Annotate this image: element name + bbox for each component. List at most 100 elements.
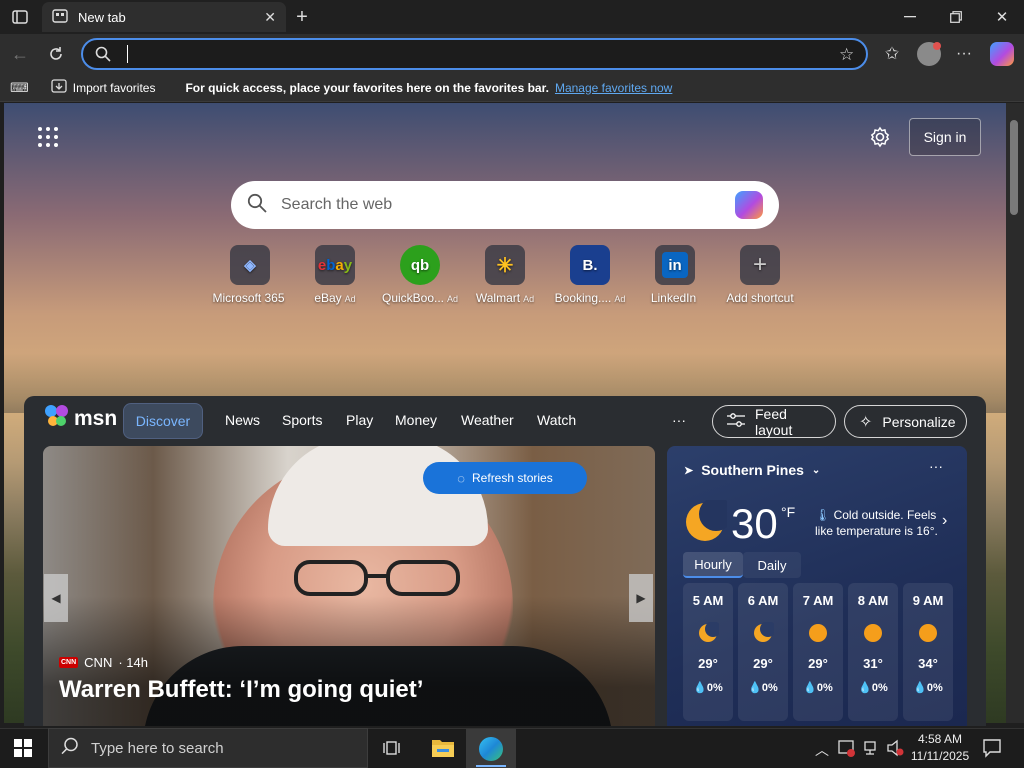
address-bar[interactable]: ☆ <box>81 38 868 70</box>
weather-location[interactable]: ➤ Southern Pines ⌄ <box>684 462 820 478</box>
shortcut-label: Booking.... <box>554 291 612 305</box>
weather-message: 🌡 Cold outside. Feels like temperature i… <box>815 507 941 539</box>
refresh-icon[interactable] <box>44 42 68 66</box>
more-menu-icon[interactable]: ··· <box>952 42 976 66</box>
hour-forecast-card[interactable]: 9 AM 34° 💧0% <box>903 583 953 721</box>
personalize-label: Personalize <box>882 413 956 430</box>
hour-forecast-card[interactable]: 5 AM 29° 💧0% <box>683 583 733 721</box>
clock[interactable]: 4:58 AM 11/11/2025 <box>910 731 970 765</box>
cnn-logo-icon: CNN <box>59 657 79 668</box>
tab-money[interactable]: Money <box>395 412 437 428</box>
manage-favorites-link[interactable]: Manage favorites now <box>555 81 672 95</box>
story-source-name: CNN <box>84 655 113 670</box>
edge-taskbar-button[interactable] <box>466 729 516 768</box>
web-search-box[interactable]: Search the web <box>231 181 779 229</box>
tab-title: New tab <box>78 9 126 25</box>
sparkle-edit-icon: ✧ <box>859 413 873 431</box>
new-tab-page-icon <box>52 8 68 27</box>
task-view-icon[interactable] <box>383 738 403 758</box>
shortcut-walmart[interactable]: ✳ Walmart Ad <box>469 245 541 305</box>
personalize-button[interactable]: ✧ Personalize <box>844 405 967 438</box>
story-source: CNN CNN · 14h <box>59 655 148 670</box>
ebay-icon: ebay <box>315 245 355 285</box>
sign-in-button[interactable]: Sign in <box>909 118 981 156</box>
profile-avatar-icon[interactable] <box>917 42 941 66</box>
copilot-icon[interactable] <box>990 42 1014 66</box>
msn-logo-text: msn <box>74 406 118 430</box>
tab-daily[interactable]: Daily <box>743 552 801 578</box>
shortcuts-row: ◈ Microsoft 365 ebay eBay Ad qb QuickBoo.… <box>212 245 796 305</box>
minimize-icon[interactable] <box>898 6 922 28</box>
walmart-icon: ✳ <box>485 245 525 285</box>
scrollbar-thumb[interactable] <box>1010 120 1018 215</box>
back-arrow-icon[interactable]: ← <box>8 42 32 66</box>
tab-hourly[interactable]: Hourly <box>683 552 743 578</box>
reading-view-icon[interactable]: ⌨ <box>10 80 29 96</box>
raindrop-icon: 💧 <box>803 682 817 694</box>
tab-actions-icon[interactable] <box>10 8 30 26</box>
import-favorites-button[interactable]: Import favorites <box>51 79 155 96</box>
profile-badge-icon <box>933 42 941 50</box>
sun-icon <box>862 622 884 644</box>
favorite-star-icon[interactable]: ☆ <box>839 45 854 65</box>
shortcut-label: Walmart <box>475 291 521 305</box>
more-tabs-icon[interactable]: ··· <box>672 412 686 428</box>
active-indicator <box>476 765 506 767</box>
tab-news[interactable]: News <box>225 412 260 428</box>
search-icon <box>95 46 111 67</box>
tab-discover[interactable]: Discover <box>123 403 203 439</box>
favbar-message: For quick access, place your favorites h… <box>185 80 549 95</box>
weather-more-icon[interactable]: ··· <box>929 458 943 474</box>
windows-start-icon[interactable] <box>14 739 32 757</box>
favorites-icon[interactable]: ✩ <box>880 42 904 66</box>
file-explorer-icon[interactable] <box>431 737 455 758</box>
notifications-icon[interactable] <box>982 738 1002 758</box>
network-icon[interactable] <box>863 739 881 757</box>
booking-icon: B. <box>570 245 610 285</box>
previous-story-button[interactable]: ◀ <box>44 574 68 622</box>
shortcut-label: Add shortcut <box>726 291 794 305</box>
shortcut-ebay[interactable]: ebay eBay Ad <box>299 245 371 305</box>
settings-gear-icon[interactable] <box>869 126 893 150</box>
next-story-button[interactable]: ▶ <box>629 574 653 622</box>
close-tab-icon[interactable]: ✕ <box>264 9 276 26</box>
hour-forecast-card[interactable]: 6 AM 29° 💧0% <box>738 583 788 721</box>
add-shortcut-button[interactable]: + Add shortcut <box>724 245 796 305</box>
new-tab-plus-icon[interactable]: + <box>290 5 314 29</box>
shortcut-linkedin[interactable]: in LinkedIn <box>639 245 711 305</box>
taskbar-search-placeholder: Type here to search <box>91 739 224 757</box>
edge-icon <box>479 737 503 761</box>
weather-unit: °F <box>781 504 796 520</box>
chevron-right-icon[interactable]: › <box>942 512 947 530</box>
shortcut-microsoft-365[interactable]: ◈ Microsoft 365 <box>212 245 286 305</box>
hour-forecast-card[interactable]: 7 AM 29° 💧0% <box>793 583 843 721</box>
tab-sports[interactable]: Sports <box>282 412 322 428</box>
app-launcher-icon[interactable] <box>38 127 58 147</box>
weather-card[interactable]: ➤ Southern Pines ⌄ ··· 30 °F 🌡 Cold outs… <box>667 446 967 726</box>
msn-logo[interactable]: msn <box>44 404 117 433</box>
copilot-icon[interactable] <box>735 191 763 219</box>
search-icon <box>61 737 79 759</box>
shortcut-label: eBay <box>314 291 342 305</box>
raindrop-icon: 💧 <box>913 682 927 694</box>
feed-layout-button[interactable]: Feed layout <box>712 405 836 438</box>
hour-forecast-card[interactable]: 8 AM 31° 💧0% <box>848 583 898 721</box>
shortcut-booking[interactable]: B. Booking.... Ad <box>554 245 626 305</box>
tab-new-tab[interactable]: New tab ✕ <box>42 2 286 32</box>
raindrop-icon: 💧 <box>748 682 762 694</box>
story-headline[interactable]: Warren Buffett: ‘I’m going quiet’ <box>59 676 423 704</box>
tab-play[interactable]: Play <box>346 412 373 428</box>
close-window-icon[interactable]: ✕ <box>990 6 1014 28</box>
chevron-up-icon[interactable]: ︿ <box>815 740 829 760</box>
shortcut-quickbooks[interactable]: qb QuickBoo... Ad <box>382 245 458 305</box>
tab-weather[interactable]: Weather <box>461 412 514 428</box>
security-alert-icon[interactable] <box>838 739 856 757</box>
tab-watch[interactable]: Watch <box>537 412 576 428</box>
volume-muted-icon[interactable] <box>886 739 904 757</box>
import-icon <box>51 79 67 96</box>
refresh-stories-button[interactable]: ◌ Refresh stories <box>423 462 587 494</box>
restore-icon[interactable] <box>944 6 968 28</box>
story-age: · 14h <box>118 655 148 670</box>
moon-icon <box>752 621 776 644</box>
taskbar-search-box[interactable]: Type here to search <box>48 728 368 768</box>
